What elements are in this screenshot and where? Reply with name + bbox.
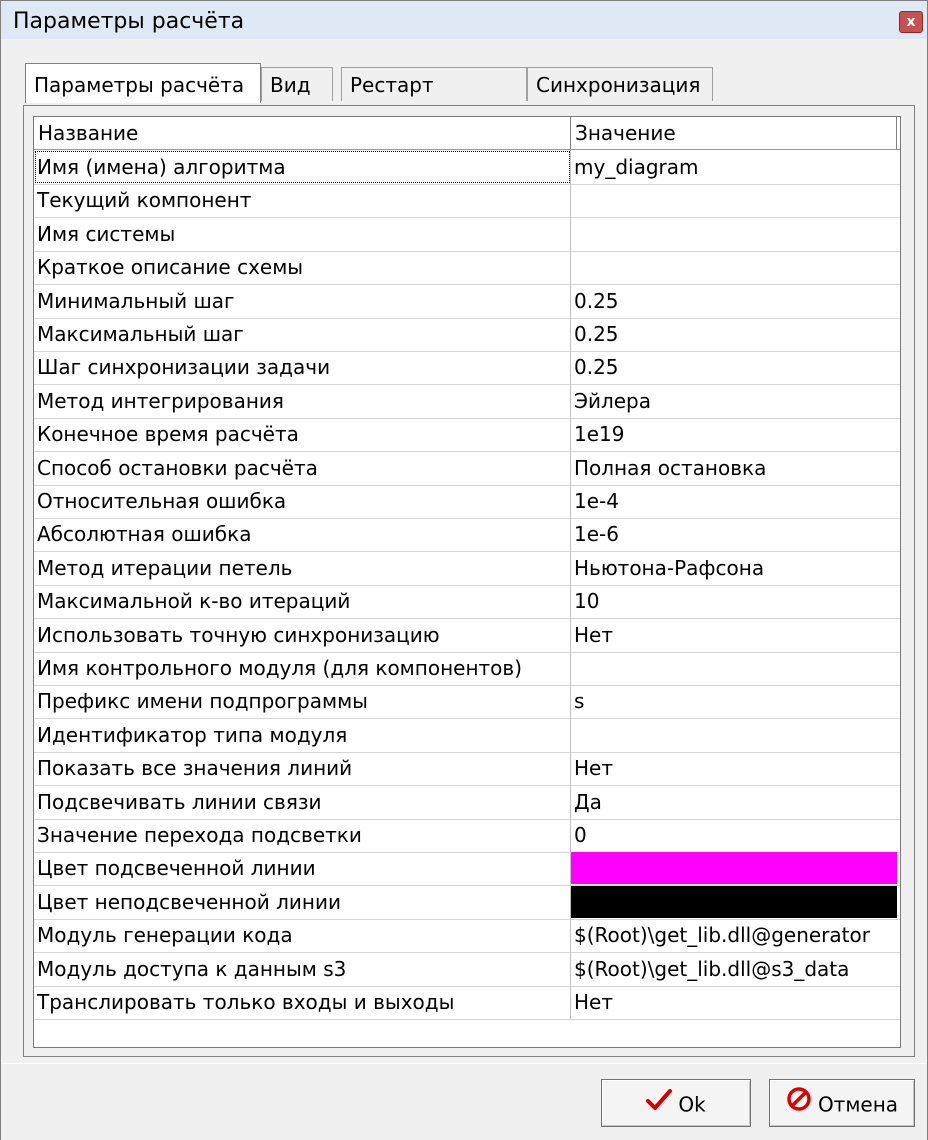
grid-header: Название Значение [34,117,900,150]
button-bar: Ok Отмена [1,1063,927,1140]
table-row[interactable]: Максимальной к-во итераций 10 [34,584,900,619]
no-entry-icon [786,1082,812,1128]
property-name: Относительная ошибка [34,484,571,518]
tab-view[interactable]: Вид [261,67,333,101]
property-value[interactable]: Эйлера [571,384,900,418]
table-row[interactable]: Метод итерации петель Ньютона-Рафсона [34,551,900,586]
property-name: Модуль генерации кода [34,918,571,952]
property-name: Транслировать только входы и выходы [34,985,571,1019]
close-icon: x [906,14,916,30]
property-name: Цвет подсвеченной линии [34,851,571,885]
close-button[interactable]: x [899,11,923,33]
table-row[interactable]: Значение перехода подсветки 0 [34,818,900,853]
property-name: Минимальный шаг [34,284,571,318]
tab-calc-params[interactable]: Параметры расчёта [25,63,261,103]
column-header-value[interactable]: Значение [571,117,897,149]
property-name: Значение перехода подсветки [34,818,571,852]
table-row[interactable]: Модуль генерации кода $(Root)\get_lib.dll… [34,918,900,953]
property-value[interactable] [571,183,900,217]
cancel-label: Отмена [817,1092,899,1117]
table-row[interactable]: Транслировать только входы и выходы Нет [34,985,900,1020]
property-value[interactable]: s [571,684,900,718]
color-swatch[interactable] [571,852,897,884]
property-value[interactable]: 0 [571,818,900,852]
tab-sync[interactable]: Синхронизация [527,67,713,101]
property-value[interactable]: Нет [571,618,900,652]
table-row[interactable]: Подсвечивать линии связи Да [34,785,900,820]
property-value[interactable] [571,250,900,284]
table-row[interactable]: Использовать точную синхронизацию Нет [34,618,900,653]
property-value[interactable]: Нет [571,751,900,785]
property-name: Модуль доступа к данным s3 [34,952,571,986]
table-row[interactable]: Относительная ошибка 1e-4 [34,484,900,519]
property-name: Имя (имена) алгоритма [34,150,571,184]
property-value[interactable]: 1e-6 [571,517,900,551]
column-header-name[interactable]: Название [34,117,571,149]
property-value[interactable]: Полная остановка [571,451,900,485]
checkmark-icon [646,1082,673,1128]
table-row[interactable]: Шаг синхронизации задачи 0.25 [34,350,900,385]
property-name: Имя системы [34,217,571,251]
table-row[interactable]: Показать все значения линий Нет [34,751,900,786]
property-name: Цвет неподсвеченной линии [34,885,571,919]
table-row[interactable]: Имя системы [34,217,900,252]
property-value[interactable]: 0.25 [571,284,900,318]
color-swatch[interactable] [571,886,897,918]
table-row[interactable]: Имя контрольного модуля (для компонентов… [34,651,900,686]
table-row[interactable]: Минимальный шаг 0.25 [34,284,900,319]
tab-panel: Название Значение Имя (имена) алгоритма m… [23,105,915,1057]
tab-project-restart[interactable]: Рестарт проекта [341,67,527,131]
property-value[interactable] [571,217,900,251]
table-row[interactable]: Текущий компонент [34,183,900,218]
table-row[interactable]: Цвет неподсвеченной линии [34,885,900,920]
dialog-window: Параметры расчёта x Параметры расчёта Ви… [0,0,928,1140]
title-bar[interactable]: Параметры расчёта x [1,1,927,39]
property-value[interactable]: Ньютона-Рафсона [571,551,900,585]
table-row[interactable]: Конечное время расчёта 1e19 [34,417,900,452]
property-name: Метод интегрирования [34,384,571,418]
property-value[interactable]: $(Root)\get_lib.dll@generator [571,918,900,952]
property-name: Максимальный шаг [34,317,571,351]
property-name: Абсолютная ошибка [34,517,571,551]
property-name: Максимальной к-во итераций [34,584,571,618]
property-value[interactable] [571,718,900,752]
table-row[interactable]: Модуль доступа к данным s3 $(Root)\get_li… [34,952,900,987]
table-row[interactable]: Цвет подсвеченной линии [34,851,900,886]
property-name: Способ остановки расчёта [34,451,571,485]
property-name: Конечное время расчёта [34,417,571,451]
property-name: Краткое описание схемы [34,250,571,284]
property-name: Имя контрольного модуля (для компонентов… [34,651,571,685]
property-name: Подсвечивать линии связи [34,785,571,819]
table-row[interactable]: Абсолютная ошибка 1e-6 [34,517,900,552]
property-value[interactable]: Да [571,785,900,819]
property-value[interactable]: 0.25 [571,317,900,351]
property-name: Шаг синхронизации задачи [34,350,571,384]
property-value[interactable]: 10 [571,584,900,618]
ok-label: Ok [678,1092,706,1117]
property-name: Использовать точную синхронизацию [34,618,571,652]
property-value[interactable]: 1e-4 [571,484,900,518]
cancel-button[interactable]: Отмена [769,1079,915,1127]
table-row[interactable]: Имя (имена) алгоритма my_diagram [34,150,900,185]
table-row[interactable]: Краткое описание схемы [34,250,900,285]
property-name: Текущий компонент [34,183,571,217]
property-name: Префикс имени подпрограммы [34,684,571,718]
table-row[interactable]: Способ остановки расчёта Полная остановка [34,451,900,486]
property-name: Показать все значения линий [34,751,571,785]
property-value[interactable]: $(Root)\get_lib.dll@s3_data [571,952,900,986]
property-value[interactable] [571,651,900,685]
window-title: Параметры расчёта [13,9,245,34]
property-grid: Название Значение Имя (имена) алгоритма m… [33,116,901,1048]
property-value[interactable]: 0.25 [571,350,900,384]
table-row[interactable]: Метод интегрирования Эйлера [34,384,900,419]
property-value[interactable]: 1e19 [571,417,900,451]
property-value[interactable]: my_diagram [571,150,900,184]
table-row[interactable]: Максимальный шаг 0.25 [34,317,900,352]
property-name: Идентификатор типа модуля [34,718,571,752]
property-value[interactable]: Нет [571,985,900,1019]
table-row[interactable]: Префикс имени подпрограммы s [34,684,900,719]
property-name: Метод итерации петель [34,551,571,585]
table-row[interactable]: Идентификатор типа модуля [34,718,900,753]
ok-button[interactable]: Ok [601,1079,751,1127]
